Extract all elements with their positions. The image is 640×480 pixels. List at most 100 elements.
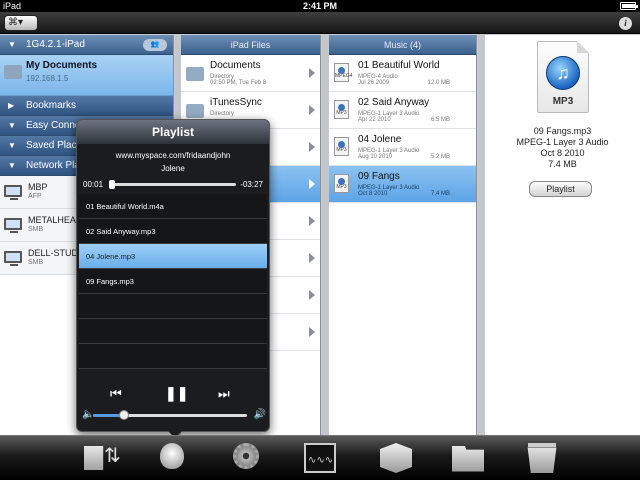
clock: 2:41 PM bbox=[302, 1, 337, 11]
sidebar-section-bookmarks[interactable]: ▶ Bookmarks bbox=[0, 96, 173, 116]
battery-icon bbox=[620, 2, 638, 10]
list-item[interactable]: MP3 02 Said Anyway MPEG-1 Layer 3 Audio A… bbox=[329, 92, 476, 129]
elapsed-time: 00:01 bbox=[83, 180, 104, 189]
chevron-right-icon[interactable] bbox=[309, 290, 315, 300]
mp3-file-icon: ♫ MP3 bbox=[537, 41, 589, 113]
disclosure-down-icon: ▼ bbox=[8, 40, 16, 49]
playlist-item[interactable]: 09 Fangs.mp3 bbox=[79, 269, 267, 294]
track-meta: MPEG-1 Layer 3 Audio Oct 8 2010 bbox=[358, 185, 420, 197]
top-toolbar: ⌘▾ i bbox=[0, 12, 640, 34]
list-item-selected[interactable]: MP3 09 Fangs MPEG-1 Layer 3 Audio Oct 8 2… bbox=[329, 166, 476, 203]
list-item[interactable]: Documents Directory 02:50 PM, Tue Feb 8 bbox=[181, 55, 320, 92]
audio-file-icon: MPEG4 bbox=[334, 63, 353, 82]
item-name: Documents bbox=[210, 60, 261, 71]
track-meta: MPEG-4 Audio Jul 26 2009 bbox=[358, 74, 398, 86]
pause-icon[interactable]: ❚❚ bbox=[165, 385, 188, 402]
command-menu-button[interactable]: ⌘▾ bbox=[4, 15, 38, 31]
chevron-right-icon[interactable] bbox=[309, 327, 315, 337]
settings-gear-icon[interactable] bbox=[230, 443, 262, 473]
detail-kind: MPEG-1 Layer 3 Audio bbox=[516, 137, 609, 147]
playlist-item-playing[interactable]: 04 Jolene.mp3 bbox=[79, 244, 267, 269]
disclosure-right-icon: ▶ bbox=[8, 101, 15, 110]
playlist-button[interactable]: Playlist bbox=[529, 181, 592, 197]
chevron-right-icon[interactable] bbox=[309, 105, 315, 115]
audio-file-icon: MP3 bbox=[334, 174, 349, 193]
volume-slider-thumb[interactable] bbox=[118, 410, 129, 420]
column-divider[interactable] bbox=[478, 35, 485, 435]
track-meta: MPEG-1 Layer 3 Audio Aug 10 2010 bbox=[358, 148, 420, 160]
previous-track-icon[interactable]: ⏮ bbox=[110, 386, 122, 402]
track-name: 04 Jolene bbox=[358, 134, 402, 145]
popover-title: Playlist bbox=[77, 120, 269, 144]
track-size: 5.2 MB bbox=[430, 154, 450, 160]
status-bar: iPad 2:41 PM bbox=[0, 0, 640, 12]
device-header[interactable]: ▼ 1G4.2.1-iPad 👥 bbox=[0, 35, 173, 55]
trash-icon[interactable] bbox=[526, 443, 558, 473]
chevron-right-icon[interactable] bbox=[309, 142, 315, 152]
package-icon[interactable] bbox=[380, 443, 412, 473]
column-divider[interactable] bbox=[322, 35, 329, 435]
info-icon[interactable]: i bbox=[619, 17, 632, 30]
chevron-right-icon[interactable] bbox=[309, 68, 315, 78]
device-name: MBP bbox=[28, 182, 48, 192]
track-source: www.myspace.com/fridaandjohn bbox=[115, 151, 231, 160]
device-protocol: SMB bbox=[28, 226, 44, 233]
monitor-icon bbox=[4, 218, 22, 233]
laptop-icon bbox=[4, 185, 22, 200]
list-item[interactable]: MPEG4 01 Beautiful World MPEG-4 Audio Jul… bbox=[329, 55, 476, 92]
disclosure-down-icon: ▼ bbox=[8, 121, 16, 130]
folder-icon bbox=[4, 65, 22, 79]
progress-slider[interactable] bbox=[109, 183, 236, 186]
track-meta: MPEG-1 Layer 3 Audio Apr 22 2010 bbox=[358, 111, 420, 123]
device-protocol: SMB bbox=[28, 259, 44, 266]
ipad-files-header: iPad Files bbox=[181, 35, 320, 55]
remaining-time: -03:27 bbox=[240, 180, 263, 189]
detail-filename: 09 Fangs.mp3 bbox=[533, 126, 592, 136]
playlist-popover: Playlist www.myspace.com/fridaandjohn Jo… bbox=[76, 119, 270, 432]
audio-file-icon: MP3 bbox=[334, 137, 349, 156]
my-documents-ip: 192.168.1.5 bbox=[26, 74, 69, 83]
music-header: Music (4) bbox=[329, 35, 476, 55]
folder-icon[interactable] bbox=[452, 443, 484, 473]
track-size: 6.5 MB bbox=[430, 117, 450, 123]
chevron-right-icon[interactable] bbox=[309, 253, 315, 263]
track-size: 12.0 MB bbox=[427, 80, 450, 86]
track-size: 7.4 MB bbox=[430, 191, 450, 197]
monitor-icon bbox=[4, 251, 22, 266]
playlist-item[interactable]: 02 Said Anyway.mp3 bbox=[79, 219, 267, 244]
folder-icon bbox=[186, 104, 204, 118]
disclosure-down-icon: ▼ bbox=[8, 141, 16, 150]
track-name: 01 Beautiful World bbox=[358, 60, 440, 71]
playlist-empty-row bbox=[79, 344, 267, 369]
sidebar-item-my-documents[interactable]: My Documents 192.168.1.5 bbox=[0, 55, 173, 96]
file-detail-pane: ♫ MP3 09 Fangs.mp3 MPEG-1 Layer 3 Audio … bbox=[485, 35, 640, 435]
device-name: METALHEAD bbox=[28, 215, 83, 225]
users-icon[interactable]: 👥 bbox=[143, 39, 167, 51]
detail-size: 7.4 MB bbox=[548, 159, 577, 169]
playlist-empty-row bbox=[79, 319, 267, 344]
volume-high-icon: 🔊 bbox=[253, 409, 266, 420]
list-item[interactable]: MP3 04 Jolene MPEG-1 Layer 3 Audio Aug 10… bbox=[329, 129, 476, 166]
playlist-empty-row bbox=[79, 294, 267, 319]
activity-monitor-icon[interactable]: ∿∿∿ bbox=[304, 443, 336, 473]
my-documents-label: My Documents bbox=[26, 60, 98, 71]
track-name: 09 Fangs bbox=[358, 171, 400, 182]
bottom-tab-bar: ⇅ ∿∿∿ bbox=[0, 435, 640, 480]
transfer-icon[interactable]: ⇅ bbox=[84, 443, 121, 473]
chevron-right-icon[interactable] bbox=[309, 179, 315, 189]
detail-date: Oct 8 2010 bbox=[540, 148, 585, 158]
progress-slider-thumb[interactable] bbox=[109, 180, 116, 189]
chevron-right-icon[interactable] bbox=[309, 216, 315, 226]
music-note-icon: ♫ bbox=[546, 56, 580, 90]
file-type-label: MP3 bbox=[552, 96, 574, 107]
volume-slider[interactable] bbox=[93, 410, 247, 420]
media-player-icon[interactable] bbox=[156, 443, 188, 473]
playlist-item[interactable]: 01 Beautiful World.m4a bbox=[79, 194, 267, 219]
now-playing-title: Jolene bbox=[161, 164, 185, 173]
next-track-icon[interactable]: ⏭ bbox=[218, 386, 230, 402]
music-column: Music (4) MPEG4 01 Beautiful World MPEG-… bbox=[329, 35, 477, 435]
device-header-label: 1G4.2.1-iPad bbox=[26, 39, 85, 50]
folder-icon bbox=[186, 67, 204, 81]
device-protocol: AFP bbox=[28, 193, 42, 200]
item-kind: Directory bbox=[210, 111, 235, 117]
